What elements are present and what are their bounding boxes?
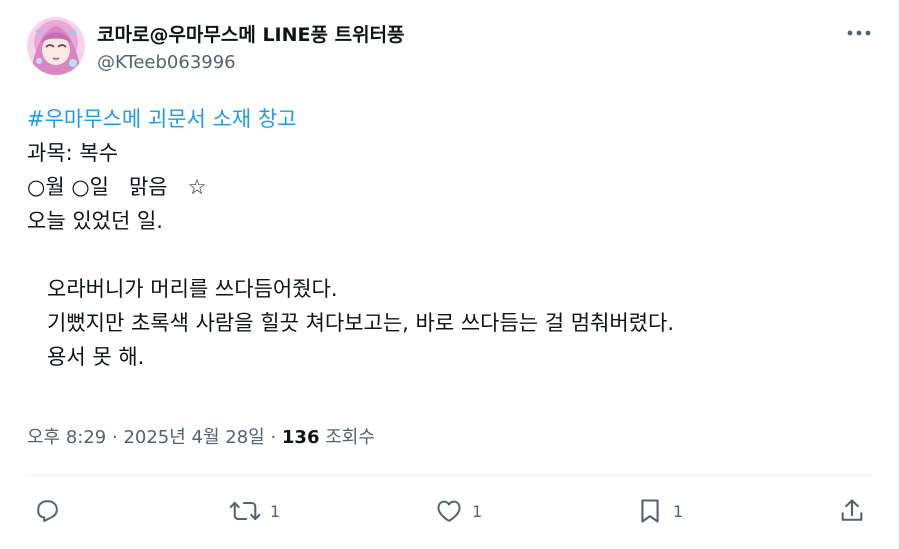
tweet-meta: 오후 8:29 · 2025년 4월 28일 · 136 조회수 xyxy=(27,423,375,449)
bookmark-icon xyxy=(641,499,659,523)
hashtag-link[interactable]: #우마무스메 괴문서 소재 창고 xyxy=(27,107,296,131)
user-handle[interactable]: @KTeeb063996 xyxy=(97,52,236,73)
avatar-image xyxy=(27,17,85,75)
post-date[interactable]: 2025년 4월 28일 xyxy=(123,427,264,448)
meta-separator: · xyxy=(264,427,282,448)
like-button[interactable]: 1 xyxy=(435,490,482,532)
retweet-icon xyxy=(229,501,261,521)
more-icon xyxy=(847,30,871,36)
tweet-line: 기뻤지만 초록색 사람을 힐끗 쳐다보고는, 바로 쓰다듬는 걸 멈춰버렸다. xyxy=(27,311,675,335)
avatar[interactable] xyxy=(27,17,85,75)
tweet-line: 오늘 있었던 일. xyxy=(27,209,163,233)
tweet-text: #우마무스메 괴문서 소재 창고 과목: 복수 ○월 ○일 맑음 ☆ 오늘 있었… xyxy=(27,102,867,374)
tweet-line: 오라버니가 머리를 쓰다듬어줬다. xyxy=(27,277,338,301)
tweet-line: ○월 ○일 맑음 ☆ xyxy=(27,175,207,199)
action-bar: 1 1 1 xyxy=(0,490,899,532)
share-button[interactable] xyxy=(838,490,866,532)
views-label: 조회수 xyxy=(319,427,375,448)
heart-icon xyxy=(437,500,461,522)
retweet-count: 1 xyxy=(270,501,281,521)
post-time[interactable]: 오후 8:29 xyxy=(27,427,106,448)
more-options-button[interactable] xyxy=(846,22,872,44)
reply-button[interactable] xyxy=(33,490,61,532)
like-count: 1 xyxy=(472,501,483,521)
views-count[interactable]: 136 xyxy=(282,427,320,448)
reply-icon xyxy=(37,500,58,523)
tweet-line: 과목: 복수 xyxy=(27,141,119,165)
bookmark-count: 1 xyxy=(673,501,684,521)
divider xyxy=(27,475,873,476)
display-name[interactable]: 코마로@우마무스메 LINE풍 트위터풍 xyxy=(97,20,405,47)
meta-separator: · xyxy=(106,427,124,448)
tweet-line: 용서 못 해. xyxy=(27,345,145,369)
share-icon xyxy=(841,499,863,521)
bookmark-button[interactable]: 1 xyxy=(636,490,683,532)
retweet-button[interactable]: 1 xyxy=(229,490,280,532)
